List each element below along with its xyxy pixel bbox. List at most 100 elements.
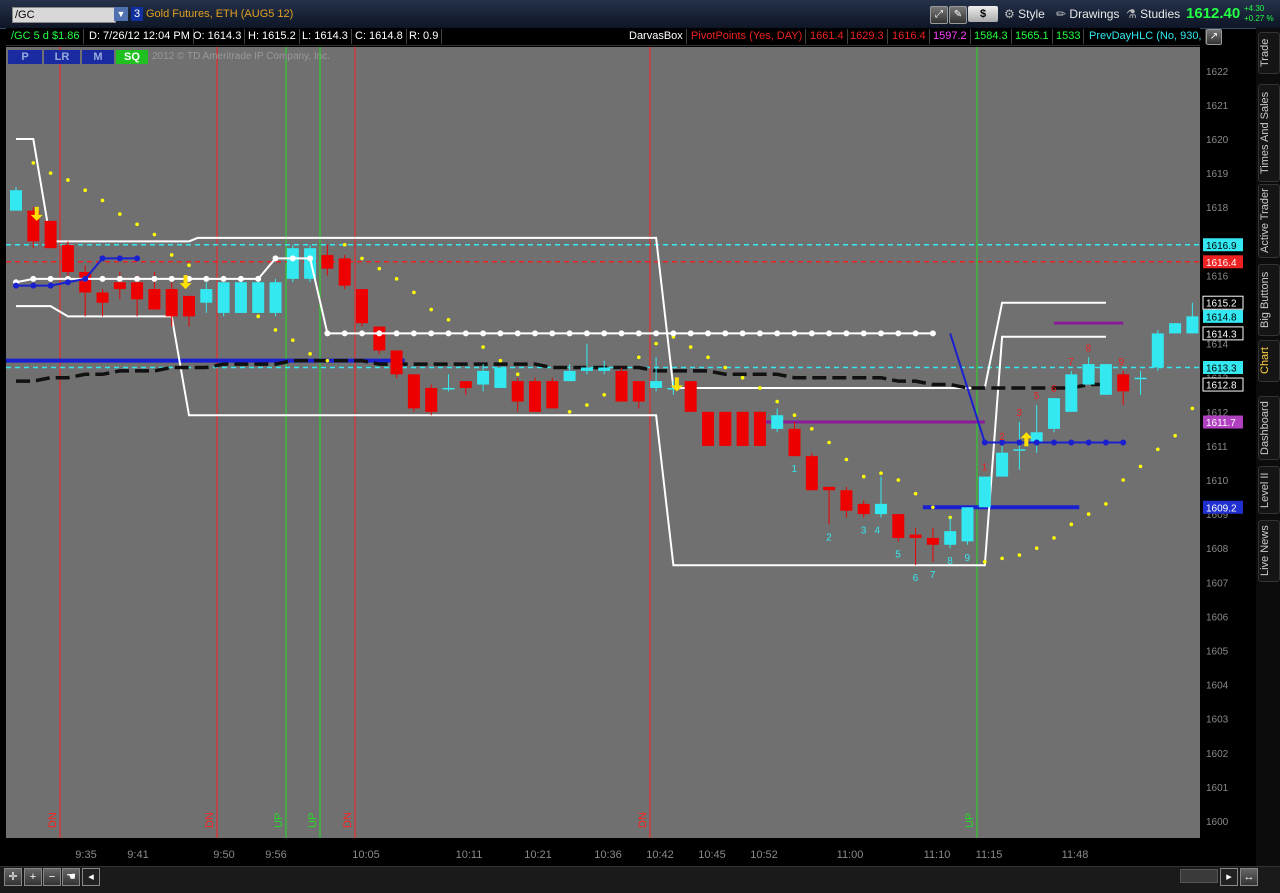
darvas-lower-line bbox=[16, 305, 1106, 567]
psar-dot bbox=[360, 256, 364, 261]
fit-icon[interactable]: ↔ bbox=[1240, 868, 1258, 886]
blue-dot bbox=[1051, 439, 1057, 446]
y-tick-label: 1608 bbox=[1206, 544, 1229, 555]
tab-times-and-sales[interactable]: Times And Sales bbox=[1258, 84, 1280, 182]
candle-body bbox=[1151, 333, 1164, 368]
button-lr[interactable]: LR bbox=[44, 50, 80, 64]
x-tick-label: 10:36 bbox=[594, 849, 622, 861]
zoom-in-icon[interactable]: + bbox=[24, 868, 42, 886]
x-tick-label: 11:15 bbox=[976, 849, 1003, 861]
count-label: 9 bbox=[1118, 357, 1124, 368]
psar-dot bbox=[1138, 464, 1143, 469]
candle-body bbox=[805, 456, 818, 491]
y-tick-label: 1616 bbox=[1206, 271, 1229, 282]
x-tick-label: 9:50 bbox=[213, 849, 234, 861]
blue-dot bbox=[99, 255, 106, 262]
candle-body bbox=[857, 503, 870, 515]
y-tick-label: 1601 bbox=[1206, 783, 1229, 794]
psar-dot bbox=[83, 188, 87, 192]
plot-group: DN DN UP UP DN DN UP123 456 78 912356789 bbox=[6, 47, 1200, 838]
arrow-right-icon[interactable]: ▸ bbox=[1220, 868, 1238, 886]
psar-dot bbox=[1017, 553, 1022, 557]
hand-icon[interactable]: ☚ bbox=[62, 868, 80, 886]
x-tick-label: 9:35 bbox=[75, 849, 96, 861]
candle-body bbox=[286, 248, 299, 279]
tab-level-ii[interactable]: Level II bbox=[1258, 466, 1280, 514]
white-dot bbox=[514, 330, 521, 337]
candle-body bbox=[892, 514, 905, 538]
candle-body bbox=[407, 374, 420, 409]
x-tick-label: 9:41 bbox=[127, 849, 148, 861]
psar-dot bbox=[1190, 406, 1195, 411]
crosshair-icon[interactable]: ✛ bbox=[4, 868, 22, 886]
candle-body bbox=[425, 387, 438, 412]
psar-dot bbox=[273, 328, 278, 332]
psar-dot bbox=[498, 358, 503, 363]
white-dot bbox=[480, 330, 487, 337]
tab-active-trader[interactable]: Active Trader bbox=[1258, 184, 1280, 258]
psar-dot bbox=[896, 478, 901, 482]
x-tick-label: 10:05 bbox=[352, 849, 380, 861]
marker-label: DN bbox=[342, 812, 354, 828]
psar-dot bbox=[308, 352, 312, 356]
psar-dot bbox=[1104, 502, 1108, 506]
white-dot bbox=[289, 255, 296, 262]
count-label: 5 bbox=[895, 549, 901, 560]
tab-trade[interactable]: Trade bbox=[1258, 32, 1280, 74]
y-tick-label: 1602 bbox=[1206, 749, 1229, 760]
copyright-text: 2012 © TD Ameritrade IP Company, Inc. bbox=[152, 51, 331, 62]
count-label: 2 bbox=[999, 432, 1005, 443]
candle-body bbox=[44, 220, 57, 249]
psar-dot bbox=[429, 307, 434, 312]
white-dot bbox=[601, 330, 608, 337]
count-label: 5 bbox=[1034, 391, 1040, 402]
candle-body bbox=[131, 282, 144, 300]
white-dot bbox=[341, 330, 348, 337]
marker-label: DN bbox=[47, 812, 59, 828]
x-tick-label: 11:10 bbox=[924, 849, 951, 861]
y-tick-label: 1604 bbox=[1206, 681, 1229, 692]
blue-dot bbox=[1033, 439, 1040, 446]
y-tick-label: 1611 bbox=[1206, 442, 1228, 453]
psar-dot bbox=[135, 222, 139, 227]
y-tick-label: 1619 bbox=[1206, 169, 1229, 180]
button-p[interactable]: P bbox=[8, 50, 42, 64]
white-dot bbox=[843, 330, 850, 337]
tab-big-buttons[interactable]: Big Buttons bbox=[1258, 264, 1280, 336]
zoom-out-icon[interactable]: − bbox=[43, 868, 61, 886]
blue-dot bbox=[981, 439, 988, 446]
white-dot bbox=[462, 330, 469, 337]
white-dot bbox=[307, 255, 314, 262]
psar-dot bbox=[100, 198, 105, 203]
candle-body bbox=[926, 537, 939, 545]
psar-dot bbox=[775, 399, 779, 404]
tab-dashboard[interactable]: Dashboard bbox=[1258, 396, 1280, 460]
psar-dot bbox=[983, 560, 987, 564]
blue-dot bbox=[82, 275, 89, 282]
white-dot bbox=[47, 275, 54, 282]
candle-body bbox=[598, 367, 611, 371]
candle-body bbox=[961, 507, 974, 542]
candle-body bbox=[1099, 364, 1112, 395]
arrow-left-icon[interactable]: ◂ bbox=[82, 868, 100, 886]
psar-dot bbox=[585, 403, 589, 407]
time-scrollbar[interactable] bbox=[1180, 869, 1218, 883]
price-label: 1615.2 bbox=[1206, 299, 1237, 310]
white-dot bbox=[895, 330, 902, 337]
tab-chart[interactable]: Chart bbox=[1258, 340, 1280, 382]
white-dot bbox=[30, 275, 37, 282]
psar-dot bbox=[1086, 512, 1091, 516]
tab-live-news[interactable]: Live News bbox=[1258, 520, 1280, 582]
blue-dot bbox=[13, 282, 19, 289]
candle-body bbox=[1065, 374, 1078, 412]
count-label: 4 bbox=[875, 526, 881, 537]
white-dot bbox=[618, 330, 625, 337]
candle-body bbox=[61, 244, 74, 273]
candle-body bbox=[1082, 364, 1095, 385]
button-m[interactable]: M bbox=[82, 50, 114, 64]
psar-dot bbox=[827, 440, 831, 445]
white-dot bbox=[878, 330, 884, 337]
button-sq[interactable]: SQ bbox=[116, 50, 148, 64]
psar-dot bbox=[1121, 478, 1125, 482]
psar-dot bbox=[342, 242, 347, 247]
